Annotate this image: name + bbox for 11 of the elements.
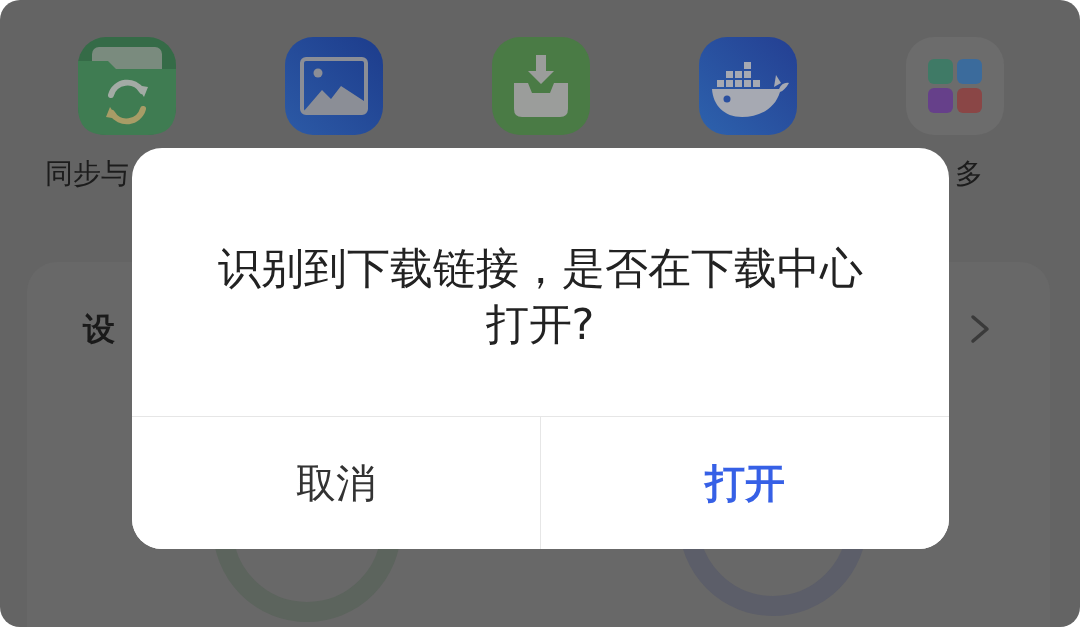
chevron-right-icon[interactable] bbox=[970, 314, 990, 344]
open-button[interactable]: 打开 bbox=[539, 417, 949, 549]
picture-icon[interactable] bbox=[284, 37, 383, 135]
download-tray-icon[interactable] bbox=[491, 37, 590, 135]
card-title: 设 bbox=[83, 310, 115, 348]
grid-icon[interactable] bbox=[905, 37, 1004, 135]
app-label[interactable]: 多 bbox=[955, 157, 983, 191]
folder-sync-icon[interactable] bbox=[77, 37, 176, 135]
app-label[interactable]: 同步与 bbox=[45, 157, 129, 191]
whale-icon[interactable] bbox=[698, 37, 797, 135]
dialog-message: 识别到下载链接，是否在下载中心打开? bbox=[216, 242, 864, 351]
